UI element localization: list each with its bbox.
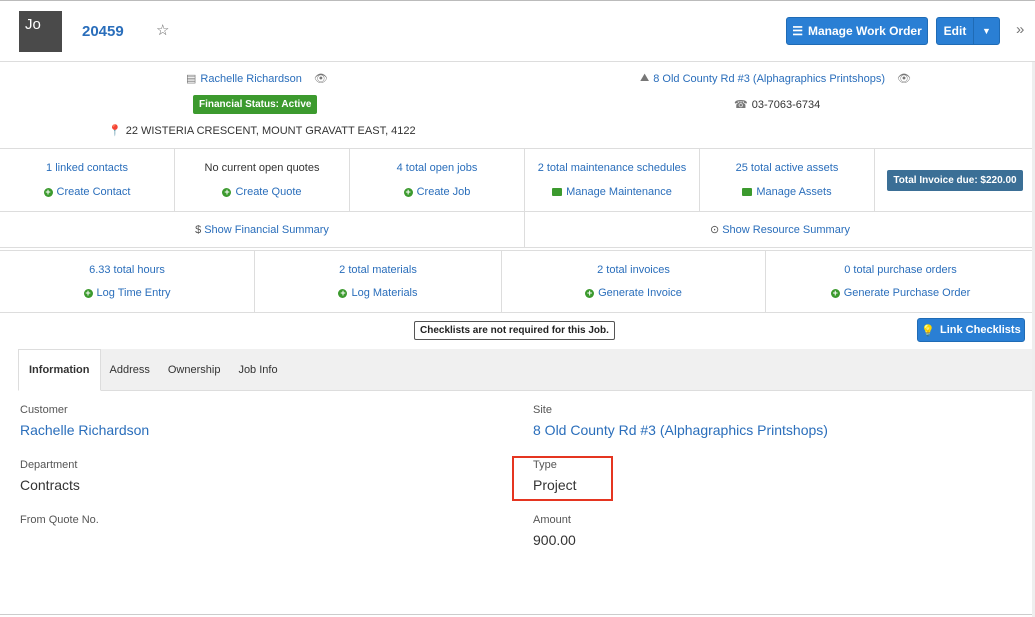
plus-circle-icon: +	[43, 186, 53, 197]
generate-purchase-order-link[interactable]: + Generate Purchase Order	[830, 287, 970, 299]
quotes-summary: No current open quotes	[204, 162, 320, 174]
info-tabs: Information Address Ownership Job Info	[18, 349, 1035, 391]
linked-contacts-cell: 1 linked contacts + Create Contact	[0, 149, 175, 211]
divider	[0, 614, 1035, 615]
site-value-link[interactable]: 8 Old County Rd #3 (Alphagraphics Prints…	[533, 422, 828, 438]
star-icon[interactable]: ☆	[156, 21, 169, 39]
caret-down-icon: ▼	[982, 26, 991, 36]
clock-icon: ⊙	[710, 224, 720, 236]
tab-information[interactable]: Information	[18, 349, 101, 391]
briefcase-icon	[742, 188, 753, 196]
site-link[interactable]: 8 Old County Rd #3 (Alphagraphics Prints…	[653, 73, 885, 85]
plus-circle-icon: +	[222, 186, 232, 197]
edit-dropdown-button[interactable]: ▼	[973, 17, 1000, 45]
total-hours-link[interactable]: 6.33 total hours	[89, 264, 165, 276]
checklist-notice: Checklists are not required for this Job…	[414, 321, 615, 340]
hours-cell: 6.33 total hours + Log Time Entry	[0, 251, 255, 312]
job-number-link[interactable]: 20459	[82, 23, 124, 40]
edit-button[interactable]: Edit	[936, 17, 974, 45]
lightbulb-icon: 💡	[921, 324, 935, 337]
assets-cell: 25 total active assets Manage Assets	[700, 149, 875, 211]
manage-assets-link[interactable]: Manage Assets	[742, 186, 832, 198]
customer-info: ▤ Rachelle Richardson 👁	[186, 72, 328, 86]
tab-ownership[interactable]: Ownership	[159, 349, 230, 390]
briefcase-icon	[552, 188, 563, 196]
eye-icon[interactable]: 👁	[314, 72, 328, 85]
building-icon: ▤	[186, 73, 197, 85]
dollar-icon: $	[195, 223, 202, 236]
quotes-cell: No current open quotes + Create Quote	[175, 149, 350, 211]
show-resource-summary-link[interactable]: ⊙ Show Resource Summary	[710, 223, 850, 237]
amount-value: 900.00	[533, 532, 576, 548]
maintenance-cell: 2 total maintenance schedules Manage Mai…	[525, 149, 700, 211]
show-financial-summary-link[interactable]: $ Show Financial Summary	[195, 224, 329, 236]
stats-row-2: 6.33 total hours + Log Time Entry 2 total…	[0, 250, 1035, 313]
list-icon: ☰	[792, 24, 803, 38]
phone-icon: ☎	[734, 99, 748, 111]
active-assets-link[interactable]: 25 total active assets	[736, 162, 839, 174]
create-quote-link[interactable]: + Create Quote	[222, 186, 302, 198]
top-bar: Jo 20459 ☆ ☰ Manage Work Order Edit ▼ »	[0, 0, 1035, 62]
tab-address[interactable]: Address	[101, 349, 159, 390]
invoice-due-badge[interactable]: Total Invoice due: $220.00	[887, 169, 1023, 191]
job-header-info: ▤ Rachelle Richardson 👁 Financial Status…	[0, 62, 1035, 149]
department-value: Contracts	[20, 477, 80, 493]
plus-circle-icon: +	[338, 287, 348, 298]
total-materials-link[interactable]: 2 total materials	[339, 264, 417, 276]
summary-toggle-row: $ Show Financial Summary ⊙ Show Resource…	[0, 212, 1035, 248]
customer-link[interactable]: Rachelle Richardson	[200, 73, 302, 85]
link-checklists-button[interactable]: 💡 Link Checklists	[917, 318, 1025, 342]
financial-status-badge: Financial Status: Active	[193, 95, 318, 114]
generate-invoice-link[interactable]: + Generate Invoice	[585, 287, 682, 299]
resource-summary-cell: ⊙ Show Resource Summary	[525, 212, 1035, 247]
invoices-cell: 2 total invoices + Generate Invoice	[502, 251, 766, 312]
materials-cell: 2 total materials + Log Materials	[255, 251, 502, 312]
road-icon: ⛰	[640, 72, 650, 84]
create-job-link[interactable]: + Create Job	[403, 186, 470, 198]
invoice-due-cell: Total Invoice due: $220.00	[875, 149, 1035, 211]
site-label: Site	[533, 404, 552, 416]
manage-work-order-button[interactable]: ☰ Manage Work Order	[786, 17, 928, 45]
stats-row-1: 1 linked contacts + Create Contact No cur…	[0, 149, 1035, 212]
double-chevron-right-icon[interactable]: »	[1016, 21, 1024, 38]
linked-contacts-link[interactable]: 1 linked contacts	[46, 162, 128, 174]
type-highlight-box	[512, 456, 613, 501]
map-marker-icon: 📍	[108, 125, 122, 137]
plus-circle-icon: +	[403, 186, 413, 197]
purchase-orders-cell: 0 total purchase orders + Generate Purcha…	[766, 251, 1035, 312]
financial-summary-cell: $ Show Financial Summary	[0, 212, 525, 247]
from-quote-label: From Quote No.	[20, 514, 99, 526]
customer-label: Customer	[20, 404, 68, 416]
plus-circle-icon: +	[585, 287, 595, 298]
log-time-entry-link[interactable]: + Log Time Entry	[83, 287, 170, 299]
create-contact-link[interactable]: + Create Contact	[43, 186, 130, 198]
amount-label: Amount	[533, 514, 571, 526]
total-invoices-link[interactable]: 2 total invoices	[597, 264, 670, 276]
open-jobs-link[interactable]: 4 total open jobs	[397, 162, 478, 174]
department-label: Department	[20, 459, 78, 471]
maintenance-schedules-link[interactable]: 2 total maintenance schedules	[538, 162, 687, 174]
eye-icon[interactable]: 👁	[897, 72, 911, 85]
tab-job-info[interactable]: Job Info	[229, 349, 286, 390]
total-purchase-orders-link[interactable]: 0 total purchase orders	[844, 264, 957, 276]
log-materials-link[interactable]: + Log Materials	[338, 287, 418, 299]
plus-circle-icon: +	[830, 287, 840, 298]
avatar: Jo	[19, 11, 62, 52]
phone-info: ☎ 03-7063-6734	[734, 98, 821, 112]
customer-value-link[interactable]: Rachelle Richardson	[20, 422, 149, 438]
site-info: ⛰ 8 Old County Rd #3 (Alphagraphics Prin…	[640, 72, 911, 85]
manage-maintenance-link[interactable]: Manage Maintenance	[552, 186, 672, 198]
address-info: 📍 22 WISTERIA CRESCENT, MOUNT GRAVATT EA…	[108, 124, 416, 138]
plus-circle-icon: +	[83, 287, 93, 298]
open-jobs-cell: 4 total open jobs + Create Job	[350, 149, 525, 211]
